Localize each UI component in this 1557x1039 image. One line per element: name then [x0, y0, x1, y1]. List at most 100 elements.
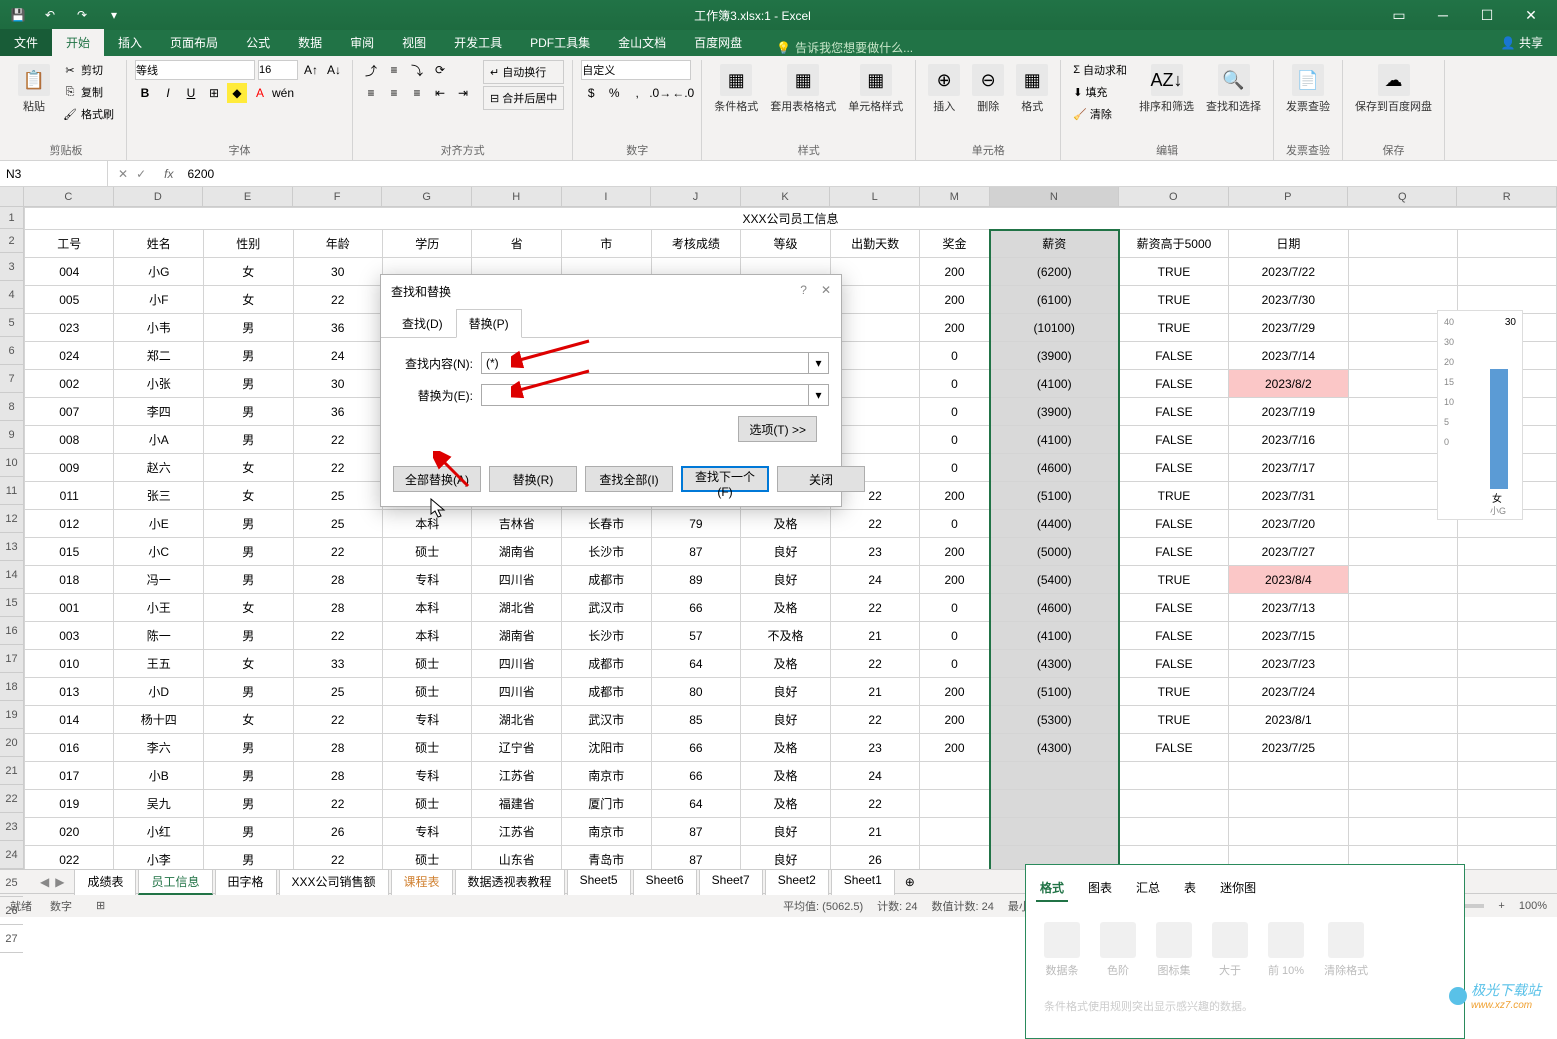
cell[interactable]: 四川省	[472, 650, 562, 678]
cell[interactable]: 福建省	[472, 790, 562, 818]
clear-button[interactable]: 🧹 清除	[1069, 104, 1131, 124]
col-header-P[interactable]: P	[1229, 187, 1348, 206]
align-top-icon[interactable]: ⤴	[361, 60, 381, 80]
name-box-input[interactable]	[6, 167, 101, 181]
dialog-tab-replace[interactable]: 替换(P)	[456, 309, 522, 338]
cell[interactable]: 良好	[741, 706, 831, 734]
cell[interactable]: 小红	[114, 818, 204, 846]
cell[interactable]: 2023/8/4	[1229, 566, 1348, 594]
sheet-tab[interactable]: XXX公司销售额	[279, 869, 389, 895]
cell[interactable]	[1119, 790, 1229, 818]
cell[interactable]: 0	[920, 454, 990, 482]
indent-dec-icon[interactable]: ⇤	[430, 83, 450, 103]
undo-icon[interactable]: ↶	[38, 3, 62, 27]
cell-styles-button[interactable]: ▦单元格样式	[844, 60, 907, 118]
col-header-L[interactable]: L	[830, 187, 920, 206]
cell[interactable]: 专科	[382, 818, 471, 846]
tab-view[interactable]: 视图	[388, 29, 440, 56]
header-cell[interactable]: 市	[562, 230, 652, 258]
cell[interactable]: 200	[920, 678, 990, 706]
tab-pdf[interactable]: PDF工具集	[516, 29, 604, 56]
cell[interactable]: 四川省	[472, 566, 562, 594]
cell[interactable]: 成都市	[562, 650, 652, 678]
cell[interactable]: 33	[293, 650, 382, 678]
cell[interactable]: 22	[293, 846, 382, 870]
cell[interactable]: 64	[651, 790, 741, 818]
close-icon[interactable]: ✕	[1511, 3, 1551, 27]
cell[interactable]: 005	[25, 286, 114, 314]
cell[interactable]: 男	[204, 342, 293, 370]
phonetic-icon[interactable]: wén	[273, 83, 293, 103]
cell[interactable]: 及格	[741, 790, 831, 818]
cell[interactable]: 2023/7/27	[1229, 538, 1348, 566]
cell[interactable]: 女	[204, 258, 293, 286]
cell[interactable]: (5400)	[990, 566, 1119, 594]
cell[interactable]: 小E	[114, 510, 204, 538]
col-header-J[interactable]: J	[651, 187, 741, 206]
cell[interactable]: FALSE	[1119, 398, 1229, 426]
cell[interactable]: 015	[25, 538, 114, 566]
cell[interactable]: 及格	[741, 594, 831, 622]
tab-wps[interactable]: 金山文档	[604, 29, 680, 56]
cell[interactable]: 25	[293, 510, 382, 538]
decrease-decimal-icon[interactable]: ←.0	[673, 83, 693, 103]
cell[interactable]: 200	[920, 706, 990, 734]
cell[interactable]: FALSE	[1119, 734, 1229, 762]
cell[interactable]: 武汉市	[562, 594, 652, 622]
redo-icon[interactable]: ↷	[70, 3, 94, 27]
cell[interactable]: 013	[25, 678, 114, 706]
cell[interactable]: 200	[920, 566, 990, 594]
cell[interactable]: 22	[293, 706, 382, 734]
cell[interactable]: (4300)	[990, 650, 1119, 678]
row-header-3[interactable]: 3	[0, 253, 23, 281]
cut-button[interactable]: ✂剪切	[58, 60, 118, 80]
header-cell[interactable]: 日期	[1229, 230, 1348, 258]
cell[interactable]: 007	[25, 398, 114, 426]
cell[interactable]: 2023/7/16	[1229, 426, 1348, 454]
cell[interactable]: (4400)	[990, 510, 1119, 538]
tab-home[interactable]: 开始	[52, 29, 104, 56]
sheet-tab[interactable]: 成绩表	[74, 869, 136, 895]
qa-tab-4[interactable]: 迷你图	[1216, 875, 1260, 902]
merge-center-button[interactable]: ⊟ 合并后居中	[483, 86, 564, 110]
row-header-26[interactable]: 26	[0, 897, 23, 925]
cell[interactable]: 2023/7/23	[1229, 650, 1348, 678]
cell[interactable]: 专科	[382, 566, 471, 594]
cell[interactable]: (4600)	[990, 454, 1119, 482]
cell[interactable]: 004	[25, 258, 114, 286]
cell[interactable]: 0	[920, 650, 990, 678]
cell[interactable]: 男	[204, 370, 293, 398]
sheet-tab[interactable]: 数据透视表教程	[455, 869, 565, 895]
cell[interactable]: 及格	[741, 510, 831, 538]
cell[interactable]: 郑二	[114, 342, 204, 370]
col-header-I[interactable]: I	[562, 187, 652, 206]
row-header-22[interactable]: 22	[0, 785, 23, 813]
cell[interactable]: 2023/7/15	[1229, 622, 1348, 650]
cell[interactable]: 28	[293, 734, 382, 762]
cell[interactable]: 小B	[114, 762, 204, 790]
increase-font-icon[interactable]: A↑	[301, 60, 321, 80]
row-header-19[interactable]: 19	[0, 701, 23, 729]
row-header-16[interactable]: 16	[0, 617, 23, 645]
align-middle-icon[interactable]: ≡	[384, 60, 404, 80]
share-button[interactable]: 👤 共享	[1487, 29, 1557, 56]
cell[interactable]: 2023/7/29	[1229, 314, 1348, 342]
cell[interactable]: 专科	[382, 706, 471, 734]
cell[interactable]: FALSE	[1119, 370, 1229, 398]
cell[interactable]: 男	[204, 426, 293, 454]
cell[interactable]: 男	[204, 790, 293, 818]
cell[interactable]: 男	[204, 510, 293, 538]
indent-inc-icon[interactable]: ⇥	[453, 83, 473, 103]
cell[interactable]: (5100)	[990, 678, 1119, 706]
cell[interactable]: 李四	[114, 398, 204, 426]
cell[interactable]: 22	[293, 538, 382, 566]
row-header-10[interactable]: 10	[0, 449, 23, 477]
row-header-11[interactable]: 11	[0, 477, 23, 505]
cell[interactable]: 男	[204, 734, 293, 762]
row-header-8[interactable]: 8	[0, 393, 23, 421]
row-header-27[interactable]: 27	[0, 925, 23, 953]
cell[interactable]: (3900)	[990, 398, 1119, 426]
currency-icon[interactable]: $	[581, 83, 601, 103]
header-cell[interactable]: 省	[472, 230, 562, 258]
cell[interactable]: 30	[293, 258, 382, 286]
